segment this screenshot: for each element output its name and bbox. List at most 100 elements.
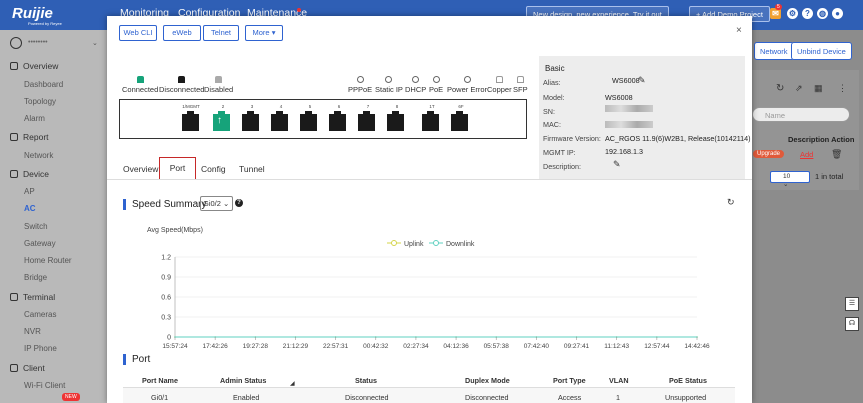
sfp-icon xyxy=(516,76,524,83)
port-8[interactable] xyxy=(387,111,404,131)
type-static-ip: Static IP xyxy=(375,76,403,94)
refresh-icon[interactable]: ↻ xyxy=(776,83,784,94)
port-number: 5 xyxy=(308,104,312,109)
globe-icon[interactable]: ◍ xyxy=(817,8,828,19)
port-5[interactable] xyxy=(300,111,317,131)
sidebar-item-ip-phone[interactable]: IP Phone xyxy=(24,344,57,353)
copper-icon xyxy=(495,76,503,83)
cell-duplex-mode: Disconnected xyxy=(465,393,509,402)
unbind-device-button[interactable]: Unbind Device xyxy=(791,42,852,60)
sidebar-item-ac[interactable]: AC xyxy=(24,204,36,213)
x-tick-label: 05:57:38 xyxy=(484,343,510,350)
port-1t[interactable] xyxy=(422,111,439,131)
type-sfp: SFP xyxy=(513,76,528,94)
connected-port-icon xyxy=(136,76,144,83)
sidebar-item-gateway[interactable]: Gateway xyxy=(24,239,56,248)
refresh-icon[interactable]: ↻ xyxy=(727,197,735,208)
x-tick-label: 21:12:29 xyxy=(283,343,309,350)
x-tick-label: 11:12:43 xyxy=(604,343,629,350)
x-tick-label: 14:42:46 xyxy=(684,343,710,350)
help-icon[interactable]: ? xyxy=(802,8,813,19)
close-icon[interactable]: × xyxy=(736,25,742,36)
search-input[interactable]: Name xyxy=(752,107,850,122)
support-icon[interactable]: ☊ xyxy=(845,317,859,331)
y-tick-label: 1.2 xyxy=(161,255,171,262)
sidebar-item-switch[interactable]: Switch xyxy=(24,222,48,231)
port-number: 4 xyxy=(279,104,283,109)
avatar[interactable] xyxy=(10,37,22,49)
sidebar-item-network[interactable]: Network xyxy=(24,151,53,160)
upgrade-badge[interactable]: Upgrade xyxy=(753,150,785,158)
port-4[interactable] xyxy=(271,111,288,131)
disconnected-port-icon xyxy=(178,76,186,83)
page-size-select[interactable]: 10 ⌄ xyxy=(770,171,810,188)
help-icon[interactable]: ? xyxy=(235,199,243,207)
user-icon[interactable]: ● xyxy=(832,8,843,19)
port-1[interactable] xyxy=(182,111,199,131)
chat-icon[interactable]: ☰ xyxy=(845,297,859,311)
port-2[interactable]: ↑ xyxy=(213,111,230,131)
port-7[interactable] xyxy=(358,111,375,131)
notification-count: 5 xyxy=(775,4,782,10)
table-row[interactable] xyxy=(123,388,735,403)
edit-alias-icon[interactable]: ✎ xyxy=(638,75,646,86)
mgmt-ip-label: MGMT IP: xyxy=(543,148,576,157)
tab-overview[interactable]: Overview xyxy=(123,164,158,174)
gear-icon[interactable]: ⚙ xyxy=(787,8,798,19)
tab-port[interactable]: Port xyxy=(159,157,196,179)
tab-config[interactable]: Config xyxy=(201,164,226,174)
cell-status: Disconnected xyxy=(345,393,389,402)
sidebar-group-device[interactable]: Device xyxy=(10,169,49,179)
sidebar-item-nvr[interactable]: NVR xyxy=(24,327,41,336)
total-count: 1 in total xyxy=(815,172,844,181)
user-name: •••••••• xyxy=(28,39,48,46)
add-description-link[interactable]: Add xyxy=(800,150,813,159)
trash-icon[interactable]: 🗑 xyxy=(831,149,842,160)
sidebar-item-dashboard[interactable]: Dashboard xyxy=(24,80,63,89)
export-icon[interactable]: ⇗ xyxy=(795,83,803,94)
cell-poe-status: Unsupported xyxy=(665,393,707,402)
home-icon xyxy=(10,62,18,70)
sidebar-item-bridge[interactable]: Bridge xyxy=(24,273,47,282)
sort-icon[interactable]: ◢ xyxy=(290,380,295,387)
chevron-down-icon[interactable]: ⌄ xyxy=(92,39,98,47)
sidebar-item-topology[interactable]: Topology xyxy=(24,97,56,106)
web-cli-button[interactable]: Web CLI xyxy=(119,25,157,41)
x-tick-label: 04:12:36 xyxy=(443,343,469,350)
port-6f[interactable] xyxy=(451,111,468,131)
sn-value-redacted xyxy=(605,103,653,112)
sidebar-group-overview[interactable]: Overview xyxy=(10,61,58,71)
more-icon[interactable]: ⋮ xyxy=(838,83,847,94)
x-tick-label: 12:57:44 xyxy=(644,343,670,350)
tab-tunnel[interactable]: Tunnel xyxy=(239,164,265,174)
port-select[interactable]: Gi0/2 ⌄ xyxy=(200,196,233,211)
sidebar-item-alarm[interactable]: Alarm xyxy=(24,114,45,123)
redacted-mac xyxy=(605,120,653,128)
col-port-name: Port Name xyxy=(142,376,178,385)
ruijie-logo[interactable]: Ruijie Powered by Reyee xyxy=(12,5,92,26)
firmware-label: Firmware Version: xyxy=(543,134,601,143)
type-pppoe: PPPoE xyxy=(348,76,372,94)
port-number: 3 xyxy=(250,104,254,109)
sidebar-item-ap[interactable]: AP xyxy=(24,187,35,196)
eweb-button[interactable]: eWeb xyxy=(163,25,201,41)
more-button[interactable]: More ▾ xyxy=(245,25,283,41)
port-3[interactable] xyxy=(242,111,259,131)
sidebar-item-cameras[interactable]: Cameras xyxy=(24,310,56,319)
legend-label-downlink: Downlink xyxy=(446,241,475,248)
sidebar-group-report[interactable]: Report xyxy=(10,132,49,142)
sidebar-item-wifi-client[interactable]: Wi-Fi Client xyxy=(24,381,65,390)
firmware-value: AC_RGOS 11.9(6)W2B1, Release(10142114) xyxy=(605,134,751,143)
port-6[interactable] xyxy=(329,111,346,131)
tab-divider xyxy=(107,179,752,180)
port-number: 1T xyxy=(429,104,435,109)
sidebar-item-home-router[interactable]: Home Router xyxy=(24,256,72,265)
network-button[interactable]: Network xyxy=(754,42,794,60)
grid-icon[interactable]: ▦ xyxy=(814,83,823,94)
sidebar-group-terminal[interactable]: Terminal xyxy=(10,292,55,302)
sidebar-group-client[interactable]: Client xyxy=(10,363,45,373)
pppoe-icon xyxy=(356,76,364,83)
poe-icon xyxy=(432,76,440,83)
telnet-button[interactable]: Telnet xyxy=(203,25,239,41)
edit-description-icon[interactable]: ✎ xyxy=(613,159,621,170)
